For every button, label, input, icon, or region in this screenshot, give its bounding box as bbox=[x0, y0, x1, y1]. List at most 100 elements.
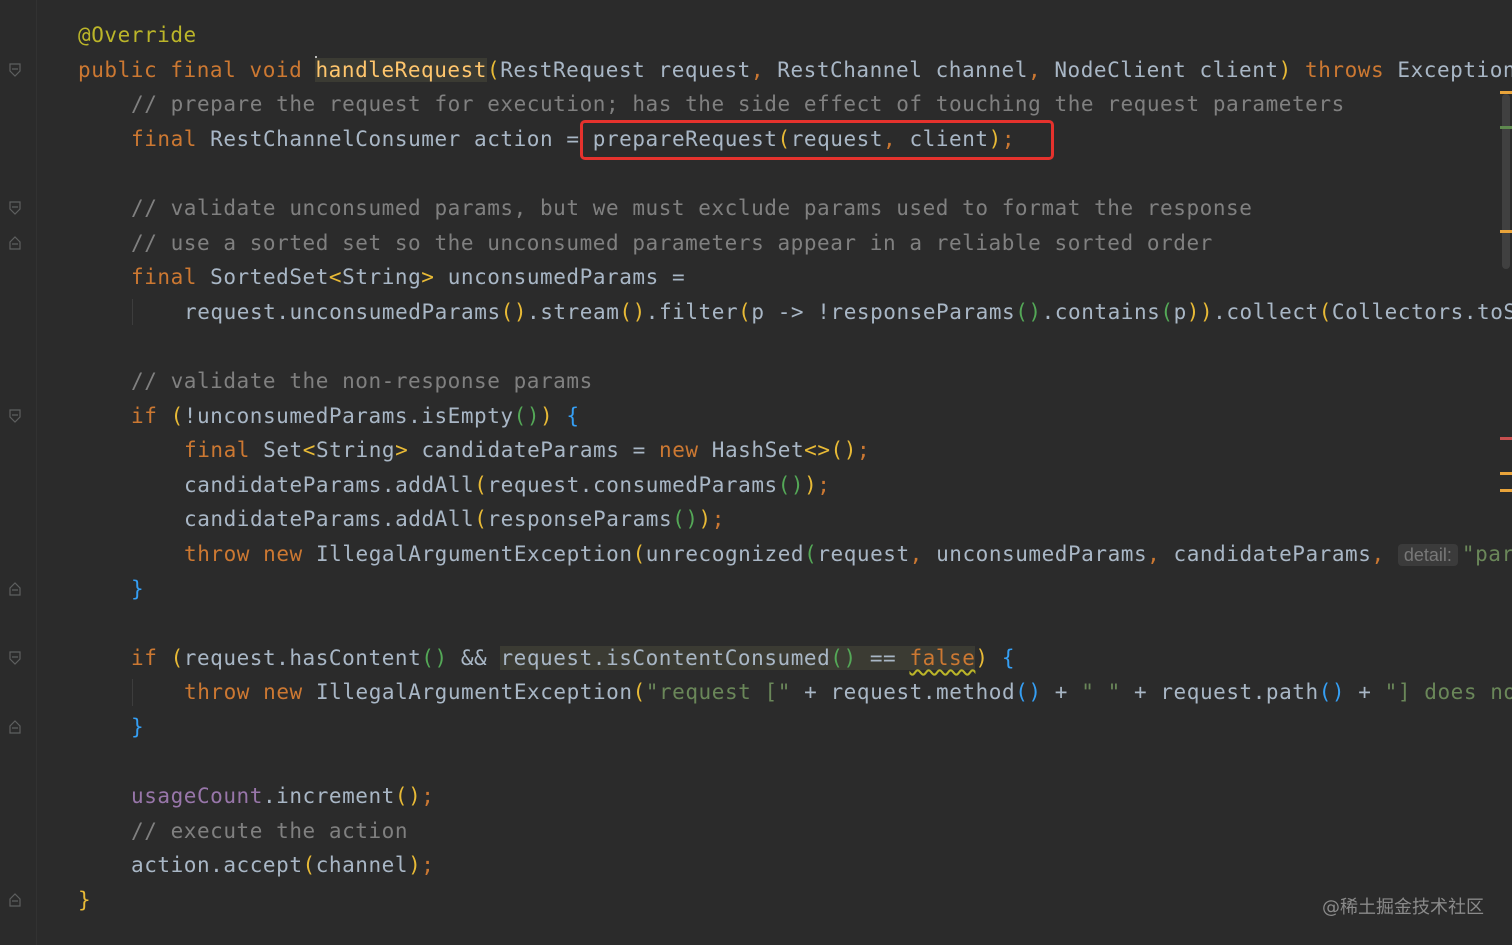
code-token: request.unconsumedParams bbox=[184, 299, 501, 324]
code-line[interactable]: final SortedSet<String> unconsumedParams… bbox=[78, 260, 1512, 295]
error-stripe-marker[interactable] bbox=[1500, 125, 1512, 129]
error-stripe[interactable] bbox=[1498, 0, 1512, 945]
highlight-annotation-box bbox=[580, 120, 1054, 160]
code-line[interactable]: usageCount.increment(); bbox=[78, 779, 1512, 814]
code-line[interactable]: // execute the action bbox=[78, 814, 1512, 849]
error-stripe-marker[interactable] bbox=[1500, 91, 1512, 95]
code-token: new bbox=[659, 438, 712, 463]
code-line[interactable] bbox=[78, 329, 1512, 364]
code-token: .stream bbox=[527, 299, 620, 324]
code-line[interactable]: request.unconsumedParams().stream().filt… bbox=[78, 295, 1512, 330]
fold-end-icon[interactable] bbox=[9, 581, 21, 596]
code-token: final bbox=[131, 265, 211, 290]
code-token: } bbox=[78, 887, 92, 912]
fold-collapse-icon[interactable] bbox=[9, 408, 21, 423]
code-token: HashSet bbox=[711, 438, 805, 463]
code-token: "request [" bbox=[645, 680, 791, 705]
code-line[interactable]: } bbox=[78, 883, 1512, 918]
code-token: RestChannelConsumer action = bbox=[210, 126, 593, 151]
code-token: , bbox=[1371, 541, 1398, 566]
code-token: responseParams bbox=[487, 507, 673, 532]
code-token: ( bbox=[474, 507, 488, 532]
fold-collapse-icon[interactable] bbox=[9, 62, 21, 77]
code-token: ( bbox=[302, 853, 316, 878]
code-token: unrecognized bbox=[645, 541, 805, 566]
code-line[interactable]: // validate the non-response params bbox=[78, 364, 1512, 399]
code-token: p bbox=[1173, 299, 1187, 324]
error-stripe-marker[interactable] bbox=[1500, 489, 1512, 493]
code-token: channel bbox=[315, 853, 409, 878]
code-token: { bbox=[1001, 645, 1016, 670]
code-token: candidateParams bbox=[1173, 541, 1372, 566]
code-token: () bbox=[500, 299, 528, 324]
code-token: ( bbox=[1160, 299, 1174, 324]
code-token: () bbox=[830, 438, 857, 463]
code-line[interactable]: action.accept(channel); bbox=[78, 848, 1512, 883]
code-line[interactable] bbox=[78, 744, 1512, 779]
code-line[interactable]: final Set<String> candidateParams = new … bbox=[78, 433, 1512, 468]
code-token: Exception bbox=[1397, 57, 1512, 82]
vertical-scrollbar-thumb[interactable] bbox=[1502, 94, 1510, 269]
code-line[interactable]: candidateParams.addAll(request.consumedP… bbox=[78, 468, 1512, 503]
editor-gutter[interactable] bbox=[0, 0, 37, 945]
code-token: candidateParams.addAll bbox=[184, 507, 475, 532]
error-stripe-marker[interactable] bbox=[1500, 229, 1512, 233]
code-token: handleRequest bbox=[315, 57, 487, 82]
code-line[interactable]: candidateParams.addAll(responseParams())… bbox=[78, 502, 1512, 537]
code-token: ; bbox=[421, 784, 435, 809]
error-stripe-marker[interactable] bbox=[1500, 437, 1512, 441]
code-token: "] does not support having a body" bbox=[1384, 680, 1512, 705]
code-token: NodeClient client bbox=[1054, 57, 1279, 82]
code-token: () bbox=[513, 403, 541, 428]
code-token: @Override bbox=[78, 23, 197, 47]
code-token: ) bbox=[1278, 57, 1306, 82]
code-token: ; bbox=[711, 507, 725, 532]
code-token: ) bbox=[540, 403, 554, 428]
code-line[interactable]: public final void handleRequest(RestRequ… bbox=[78, 53, 1512, 88]
code-token: , bbox=[909, 541, 937, 566]
code-token: () bbox=[394, 784, 422, 809]
code-line[interactable] bbox=[78, 156, 1512, 191]
parameter-hint: detail: bbox=[1397, 543, 1458, 566]
error-stripe-marker[interactable] bbox=[1500, 471, 1512, 475]
code-token: Set bbox=[263, 438, 303, 463]
code-token: < bbox=[302, 438, 316, 463]
code-line[interactable]: throw new IllegalArgumentException(unrec… bbox=[78, 537, 1512, 572]
code-token: false bbox=[909, 645, 976, 670]
code-token: ) bbox=[975, 645, 989, 670]
watermark: @稀土掘金技术社区 bbox=[1322, 897, 1484, 918]
code-token: && bbox=[447, 645, 501, 670]
code-token: candidateParams.addAll bbox=[184, 472, 475, 497]
code-token: final bbox=[131, 126, 211, 151]
code-line[interactable]: } bbox=[78, 710, 1512, 745]
code-token: if bbox=[131, 403, 171, 428]
code-token: < bbox=[328, 265, 343, 290]
fold-collapse-icon[interactable] bbox=[9, 651, 21, 665]
fold-collapse-icon[interactable] bbox=[9, 201, 21, 215]
code-line[interactable]: // validate unconsumed params, but we mu… bbox=[78, 191, 1512, 226]
code-editor[interactable]: @Override public final void handleRequest… bbox=[0, 0, 1512, 945]
code-token: ( bbox=[170, 645, 184, 670]
fold-end-icon[interactable] bbox=[9, 235, 21, 250]
code-token: > bbox=[395, 438, 409, 463]
code-token: ( bbox=[487, 57, 501, 82]
code-line[interactable]: // use a sorted set so the unconsumed pa… bbox=[78, 226, 1512, 261]
code-token: ( bbox=[632, 680, 646, 705]
code-token: action.accept bbox=[131, 853, 303, 878]
code-token: throws bbox=[1305, 57, 1398, 82]
code-line[interactable]: // prepare the request for execution; ha… bbox=[78, 87, 1512, 122]
fold-end-icon[interactable] bbox=[9, 893, 21, 907]
code-line[interactable]: } bbox=[78, 572, 1512, 607]
fold-end-icon[interactable] bbox=[9, 720, 21, 734]
code-line[interactable]: throw new IllegalArgumentException("requ… bbox=[78, 675, 1512, 710]
code-line[interactable]: @Override bbox=[78, 18, 1512, 53]
indent-guide bbox=[132, 679, 133, 706]
code-token: () bbox=[619, 299, 646, 324]
code-token: ( bbox=[632, 541, 646, 566]
code-line[interactable]: if (!unconsumedParams.isEmpty()) { bbox=[78, 399, 1512, 434]
code-token: IllegalArgumentException bbox=[315, 680, 633, 705]
code-token: ( bbox=[804, 541, 818, 566]
code-line[interactable]: if (request.hasContent() && request.isCo… bbox=[78, 641, 1512, 676]
code-line[interactable] bbox=[78, 606, 1512, 641]
